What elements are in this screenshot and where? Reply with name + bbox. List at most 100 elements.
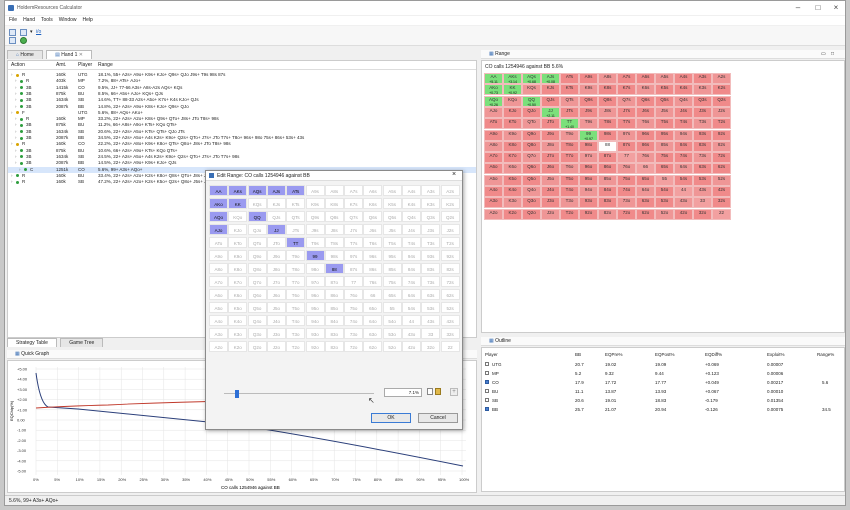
range-cell[interactable]: 53o [655,197,674,209]
range-cell[interactable]: 64s [674,163,693,175]
expand-arrow-icon[interactable]: › [15,154,17,160]
range-cell[interactable]: A7s [617,73,636,84]
range-cell[interactable]: Q2s [712,95,731,107]
table-row[interactable]: › R 160k UTG 18.1%, 55+ A2s+ A9o+ K9s+ KJo+ … [8,72,476,78]
dialog-hand-cell[interactable]: T6o [286,289,306,300]
panel-maximize-icon[interactable]: □ [831,50,834,59]
range-cell[interactable]: 65o [636,174,655,186]
range-cell[interactable]: 54o [655,186,674,197]
dialog-hand-cell[interactable]: Q5s [382,211,402,222]
range-cell[interactable]: 98o [579,140,598,152]
player-checkbox[interactable] [485,380,489,384]
ok-button[interactable]: OK [371,413,411,423]
range-cell[interactable]: 63s [693,163,712,175]
range-cell[interactable]: 73s [693,152,712,164]
expand-arrow-icon[interactable]: › [11,72,13,78]
range-cell[interactable]: 33 [693,197,712,209]
range-cell[interactable]: T9s [579,118,598,130]
dialog-hand-cell[interactable]: T8s [324,237,344,248]
range-cell[interactable]: T7o [560,152,579,164]
range-cell[interactable]: K5o [503,174,522,186]
dialog-hand-cell[interactable]: Q4o [247,315,267,326]
dialog-hand-cell[interactable]: 99 [305,250,325,261]
dialog-hand-cell[interactable]: A6o [209,289,228,300]
range-cell[interactable]: A6o [484,163,503,175]
table-row[interactable]: › 3B 875k BU 11.2%, 66+ A8s+ A9o+ KTs+ KQo Q… [8,122,476,128]
range-cell[interactable]: Q4o [522,186,541,197]
expand-arrow-icon[interactable]: › [11,141,13,147]
range-cell[interactable]: AQs +0.68 [522,73,541,84]
dialog-hand-cell[interactable]: K7o [228,276,248,287]
dialog-hand-cell[interactable]: 83o [324,328,344,339]
dialog-hand-cell[interactable]: AQs [247,185,267,196]
dialog-hand-cell[interactable]: T6s [363,237,383,248]
range-cell[interactable]: A4o [484,186,503,197]
dialog-hand-cell[interactable]: K6o [228,289,248,300]
dialog-hand-cell[interactable]: 52s [440,302,460,313]
dialog-hand-cell[interactable]: 94o [305,315,325,326]
dialog-hand-cell[interactable]: 53s [421,302,441,313]
dialog-hand-cell[interactable]: J7o [266,276,286,287]
range-cell[interactable]: 64o [636,186,655,197]
range-cell[interactable]: KK +0.92 [503,84,522,96]
dialog-hand-cell[interactable]: T7o [286,276,306,287]
dialog-hand-cell[interactable]: 74o [344,315,364,326]
player-checkbox[interactable] [485,371,489,375]
dialog-hand-cell[interactable]: KQo [228,211,248,222]
dialog-hand-cell[interactable]: 87o [324,276,344,287]
dialog-hand-cell[interactable]: 75o [344,302,364,313]
dialog-hand-cell[interactable]: A4s [402,185,421,196]
dialog-hand-cell[interactable]: 32o [421,341,441,352]
outline-row[interactable]: CO 17.9 17.72 17.77 +0.049 0.00217 5.6 [482,378,845,387]
dialog-hand-cell[interactable]: KTo [228,237,248,248]
range-cell[interactable]: A7o [484,152,503,164]
range-cell[interactable]: 94o [579,186,598,197]
expand-arrow-icon[interactable]: › [15,97,17,103]
dialog-hand-cell[interactable]: K9s [305,198,325,209]
range-cell[interactable]: T8o [560,140,579,152]
range-cell[interactable]: T2s [712,118,731,130]
percent-field[interactable]: 7.1% [384,388,422,397]
dropdown-arrow-icon[interactable]: ▾ [30,29,33,35]
dialog-hand-cell[interactable]: J9s [305,224,325,235]
range-cell[interactable]: J2o [541,208,560,220]
dialog-hand-cell[interactable]: 52o [382,341,402,352]
column-header-player[interactable]: Player [78,61,92,70]
table-row[interactable]: › 3B 1415k CO 9.5%, JJ+ 77-66 A3s+ A8s-A2s A… [8,85,476,91]
dialog-hand-cell[interactable]: 85o [324,302,344,313]
range-cell[interactable]: 94s [674,129,693,141]
dialog-hand-cell[interactable]: QTo [247,237,267,248]
range-cell[interactable]: J5o [541,174,560,186]
dialog-hand-cell[interactable]: 22 [440,341,460,352]
range-cell[interactable]: QQ +0.50 [522,95,541,107]
expand-arrow-icon[interactable]: › [15,122,17,128]
range-cell[interactable]: 32s [712,197,731,209]
dialog-hand-cell[interactable]: 63s [421,289,441,300]
range-cell[interactable]: J4o [541,186,560,197]
range-cell[interactable]: A2o [484,208,503,220]
range-cell[interactable]: A2s [712,73,731,84]
dialog-hand-cell[interactable]: 42s [440,315,460,326]
range-cell[interactable]: 62s [712,163,731,175]
menu-item-tools[interactable]: Tools [41,16,53,25]
dialog-hand-cell[interactable]: K8s [324,198,344,209]
range-cell[interactable]: 86s [636,140,655,152]
dialog-hand-cell[interactable]: 84o [324,315,344,326]
table-row[interactable]: › F UTG 5.6%, 88+ AQs+ AKo+ [8,110,476,116]
dialog-hand-cell[interactable]: 64o [363,315,383,326]
dialog-hand-cell[interactable]: 65s [382,289,402,300]
dialog-hand-cell[interactable]: K2o [228,341,248,352]
dialog-hand-cell[interactable]: K6s [363,198,383,209]
dialog-hand-cell[interactable]: Q6s [363,211,383,222]
dialog-hand-cell[interactable]: 73s [421,276,441,287]
range-cell[interactable]: QJs [541,95,560,107]
close-icon[interactable]: × [825,3,845,13]
range-cell[interactable]: 77 [617,152,636,164]
dialog-hand-cell[interactable]: J6s [363,224,383,235]
range-cell[interactable]: 75o [617,174,636,186]
dialog-hand-cell[interactable]: K4o [228,315,248,326]
expand-arrow-icon[interactable]: › [15,91,17,97]
dialog-hand-cell[interactable]: TT [286,237,306,248]
expand-arrow-icon[interactable]: › [15,135,17,141]
dialog-hand-cell[interactable]: 94s [402,250,421,261]
